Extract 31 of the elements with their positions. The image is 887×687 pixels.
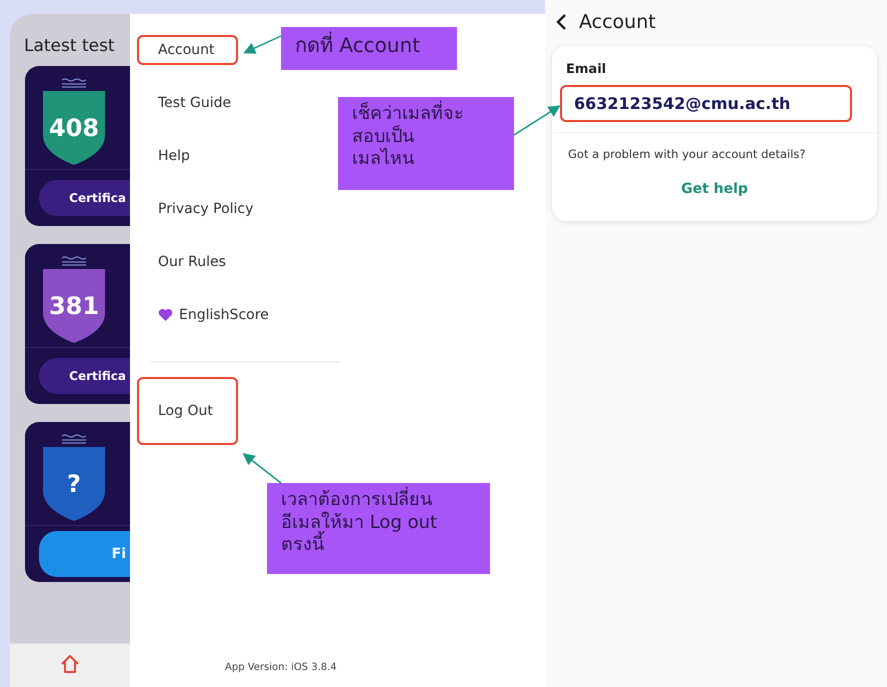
- menu-item[interactable]: Our Rules: [137, 247, 247, 277]
- email-value: 6632123542@cmu.ac.th: [560, 85, 852, 122]
- score-badge: 408: [43, 91, 105, 165]
- section-title: Latest test: [24, 36, 116, 56]
- crown-icon: [61, 78, 87, 88]
- heart-icon: [158, 308, 173, 322]
- logout-item[interactable]: Log Out: [137, 377, 238, 445]
- arrow: [242, 453, 282, 484]
- app-version: App Version: iOS 3.8.4: [225, 662, 337, 673]
- menu-item[interactable]: Privacy Policy: [137, 194, 274, 224]
- annotation-callout: กดที่ Account: [281, 27, 457, 70]
- menu-item[interactable]: Test Guide: [137, 88, 252, 118]
- problem-text: Got a problem with your account details?: [568, 147, 807, 161]
- arrow: [514, 105, 561, 136]
- menu-item[interactable]: Help: [137, 141, 238, 171]
- score-badge: 381: [43, 269, 105, 343]
- menu-item[interactable]: EnglishScore: [137, 300, 290, 330]
- score-badge: ?: [43, 447, 105, 521]
- screen-title: Account: [579, 11, 656, 33]
- crown-icon: [61, 256, 87, 266]
- email-label: Email: [566, 62, 608, 77]
- home-icon[interactable]: [60, 654, 80, 674]
- annotation-callout: เวลาต้องการเปลี่ยน อีเมลให้มา Log out ตรงนี้: [267, 483, 490, 574]
- menu-item[interactable]: Account: [137, 35, 238, 65]
- card-button[interactable]: Certifica: [39, 358, 130, 394]
- annotation-callout: เช็คว่าเมลที่จะ สอบเป็น เมลไหน: [338, 97, 514, 190]
- card-button[interactable]: Certifica: [39, 180, 130, 216]
- arrow: [243, 35, 282, 54]
- get-help-link[interactable]: Get help: [681, 181, 748, 197]
- back-icon[interactable]: [555, 13, 567, 31]
- crown-icon: [61, 434, 87, 444]
